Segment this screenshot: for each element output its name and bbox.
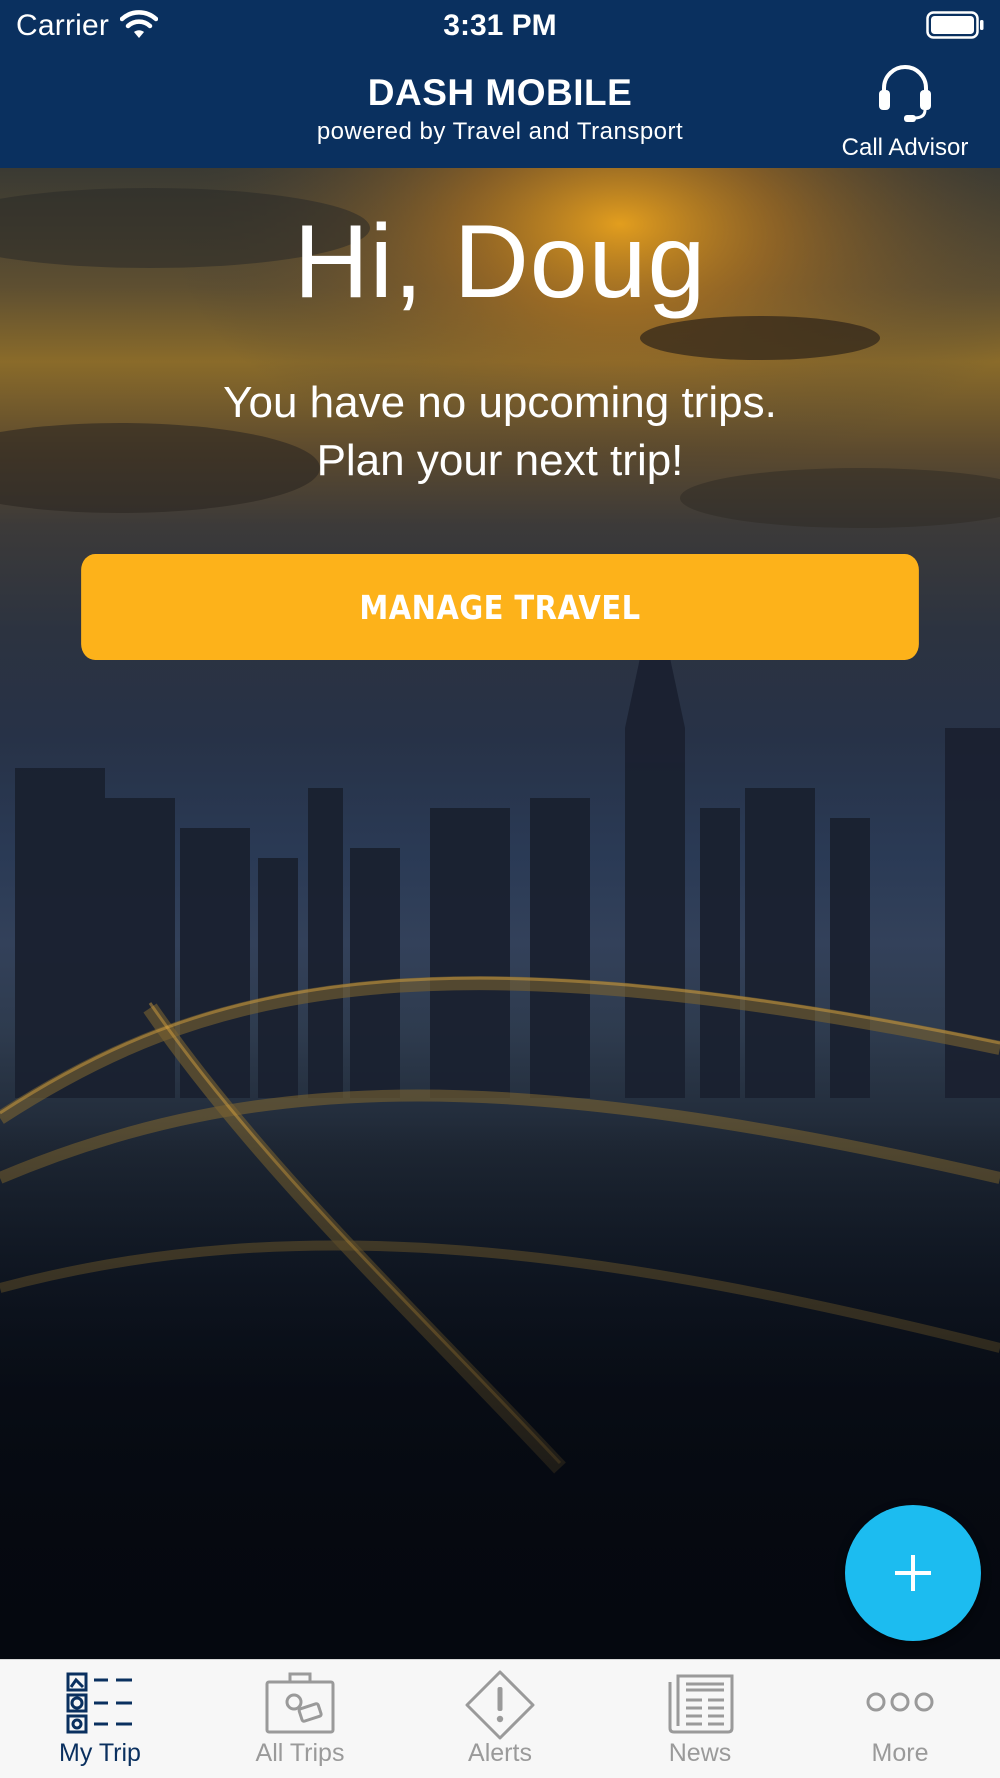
alert-diamond-icon — [465, 1670, 535, 1740]
tab-my-trip[interactable]: My Trip — [0, 1660, 200, 1778]
tab-all-trips[interactable]: All Trips — [200, 1660, 400, 1778]
greeting-text: Hi, Doug — [293, 204, 707, 320]
message-line-1: You have no upcoming trips. — [223, 378, 777, 427]
itinerary-list-icon — [66, 1672, 132, 1734]
app-header: DASH MOBILE powered by Travel and Transp… — [0, 52, 1000, 168]
tab-alerts[interactable]: Alerts — [400, 1660, 600, 1778]
message-line-2: Plan your next trip! — [316, 436, 684, 485]
call-advisor-button[interactable]: Call Advisor — [810, 60, 1000, 161]
newspaper-icon — [668, 1674, 734, 1734]
add-trip-fab[interactable] — [845, 1505, 981, 1641]
manage-travel-button[interactable]: MANAGE TRAVEL — [81, 554, 919, 660]
suitcase-icon — [265, 1672, 335, 1734]
no-trips-message: You have no upcoming trips. Plan your ne… — [0, 374, 1000, 490]
tab-label-alerts: Alerts — [468, 1739, 532, 1767]
headset-icon — [879, 65, 931, 122]
hero-background: Hi, Doug You have no upcoming trips. Pla… — [0, 168, 1000, 1659]
tab-label-more: More — [871, 1739, 929, 1767]
battery-icon — [926, 11, 984, 39]
call-advisor-label: Call Advisor — [841, 134, 969, 161]
tab-news[interactable]: News — [600, 1660, 800, 1778]
tab-label-my-trip: My Trip — [59, 1739, 141, 1767]
tab-label-news: News — [668, 1739, 732, 1767]
bottom-tab-bar: My Trip All Trips Alerts News More — [0, 1659, 1000, 1778]
more-dots-icon — [866, 1692, 934, 1712]
tab-label-all-trips: All Trips — [255, 1739, 345, 1767]
status-time: 3:31 PM — [443, 9, 557, 42]
status-bar: Carrier 3:31 PM — [0, 0, 1000, 52]
plus-icon — [895, 1555, 931, 1591]
tab-more[interactable]: More — [800, 1660, 1000, 1778]
